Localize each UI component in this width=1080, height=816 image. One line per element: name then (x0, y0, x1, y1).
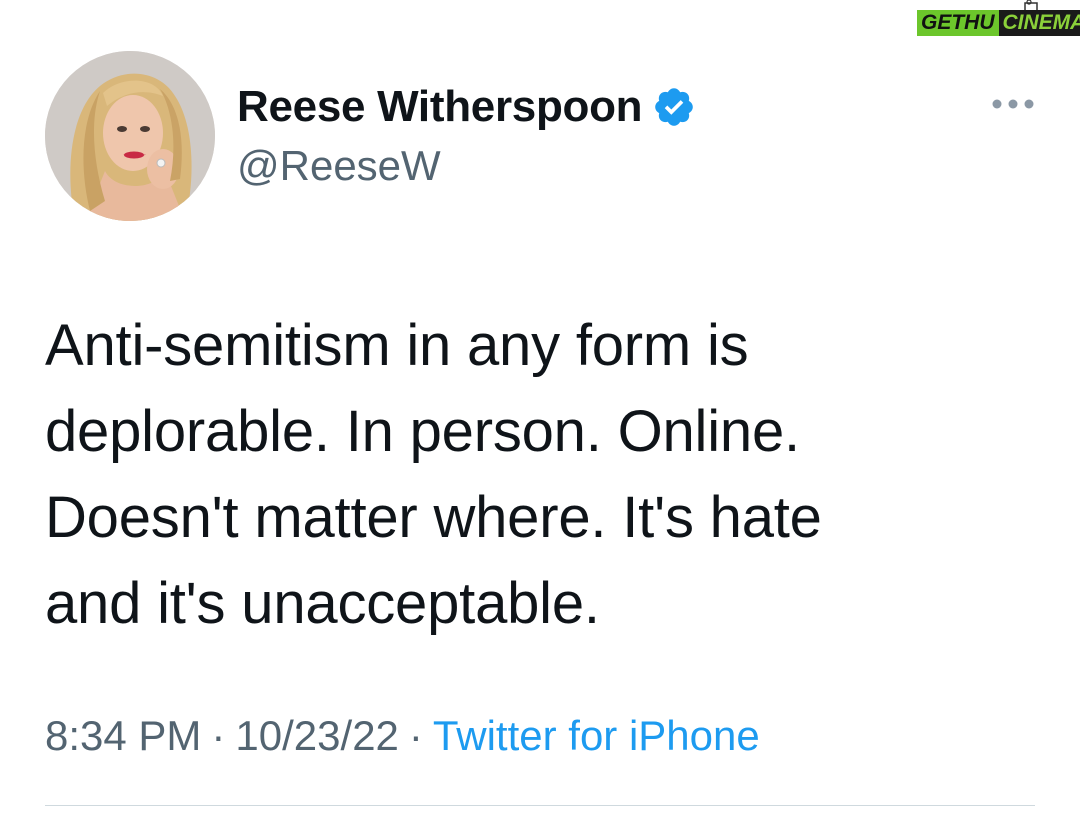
author-display-name[interactable]: Reese Witherspoon (237, 82, 643, 132)
meta-separator: · (211, 712, 226, 759)
tweet-source-link[interactable]: Twitter for iPhone (433, 712, 760, 760)
avatar-photo (45, 51, 215, 221)
author-name-row[interactable]: Reese Witherspoon (237, 80, 696, 134)
watermark-part1: GETHU (917, 10, 999, 36)
watermark-part2: CINEMA (998, 10, 1080, 36)
author-handle[interactable]: @ReeseW (237, 142, 441, 190)
more-options-icon[interactable] (990, 93, 1036, 115)
watermark-logo: GETHU CINEMA (917, 0, 1080, 40)
divider (45, 805, 1035, 806)
meta-separator: · (408, 712, 423, 759)
tweet-date[interactable]: 10/23/22 (235, 712, 399, 760)
tweet-text: Anti-semitism in any form is deplorable.… (45, 313, 822, 636)
tweet-metadata: 8:34 PM · 10/23/22 · Twitter for iPhone (45, 712, 760, 760)
watermark-text: GETHU CINEMA (917, 10, 1080, 36)
avatar[interactable] (45, 51, 215, 221)
verified-badge-icon (652, 85, 696, 129)
tweet-time[interactable]: 8:34 PM (45, 712, 201, 760)
